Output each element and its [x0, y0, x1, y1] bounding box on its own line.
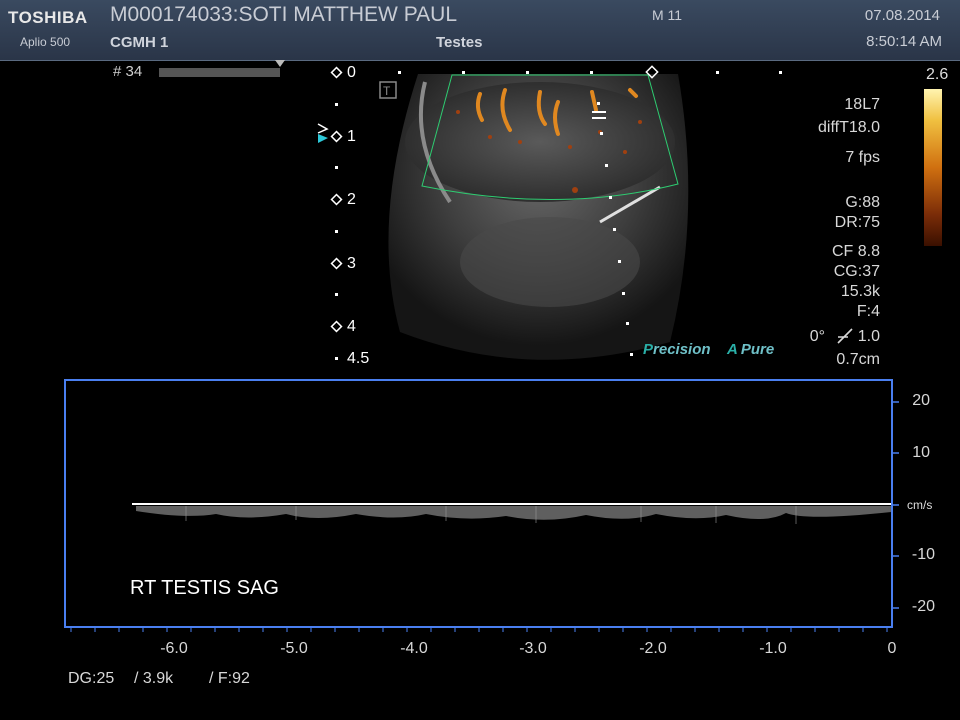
patient-id: M000174033:SOTI MATTHEW PAUL	[110, 3, 458, 26]
angle-correct-icon	[837, 328, 853, 344]
time-tick: -3.0	[519, 640, 547, 657]
ultrasound-image: T	[379, 65, 782, 360]
cine-position-icon[interactable]	[275, 60, 285, 67]
depth-label: 4.5	[347, 350, 370, 367]
depth-label: 2	[347, 191, 356, 208]
velocity-axis	[893, 401, 899, 609]
velocity-tick: 20	[912, 392, 930, 409]
angle-value: 1.0	[857, 328, 880, 345]
depth-markers	[330, 66, 343, 360]
cine-slider[interactable]	[159, 68, 280, 77]
doppler-gain: DG:25	[68, 670, 115, 687]
time-tick: -1.0	[759, 640, 787, 657]
brand-logo: TOSHIBA	[8, 8, 88, 27]
exam-preset: Testes	[436, 34, 483, 51]
color-scale-max: 2.6	[926, 66, 949, 83]
annotation-label: RT TESTIS SAG	[130, 577, 279, 599]
time-tick: -5.0	[280, 640, 308, 657]
time-axis	[70, 628, 888, 632]
exam-time: 8:50:14 AM	[866, 33, 942, 50]
angle-label: 0°	[809, 328, 825, 345]
dynamic-range: DR:75	[834, 214, 880, 231]
time-tick: -2.0	[639, 640, 667, 657]
doppler-filter: / F:92	[209, 670, 250, 687]
depth-label: 4	[347, 318, 356, 335]
gate-size: 0.7cm	[836, 351, 880, 368]
harmonic-label: diffT18.0	[818, 119, 880, 136]
svg-text:T: T	[383, 84, 391, 98]
probe-label: 18L7	[844, 96, 880, 113]
mode-indicator: M 11	[652, 7, 683, 23]
velocity-unit: cm/s	[907, 498, 933, 512]
velocity-tick: -20	[911, 598, 935, 615]
time-tick: -4.0	[400, 640, 428, 657]
frame-rate: 7 fps	[845, 149, 880, 166]
gain-label: G:88	[845, 194, 880, 211]
doppler-prf: / 3.9k	[134, 670, 174, 687]
model-name: Aplio 500	[20, 35, 71, 49]
header-bar: TOSHIBA Aplio 500 M000174033:SOTI MATTHE…	[0, 0, 960, 61]
time-tick: -6.0	[160, 640, 188, 657]
depth-label: 1	[347, 128, 356, 145]
arrow-marker-icon[interactable]	[316, 122, 330, 146]
color-prf: 15.3k	[840, 283, 880, 300]
apure-indicator: A Pure	[727, 341, 775, 358]
time-tick: 0	[887, 640, 897, 657]
frame-counter: # 34	[113, 63, 143, 80]
color-gain: CG:37	[833, 263, 880, 280]
institution: CGMH 1	[110, 34, 169, 51]
velocity-tick: 10	[912, 444, 930, 461]
depth-label: 3	[347, 255, 356, 272]
color-filter: F:4	[856, 303, 880, 320]
precision-indicator: Precision	[643, 341, 711, 358]
color-scale-bar	[924, 89, 942, 246]
color-frequency: CF 8.8	[831, 243, 880, 260]
exam-date: 07.08.2014	[864, 7, 940, 24]
depth-label: 0	[347, 64, 356, 81]
velocity-tick: -10	[911, 546, 935, 563]
